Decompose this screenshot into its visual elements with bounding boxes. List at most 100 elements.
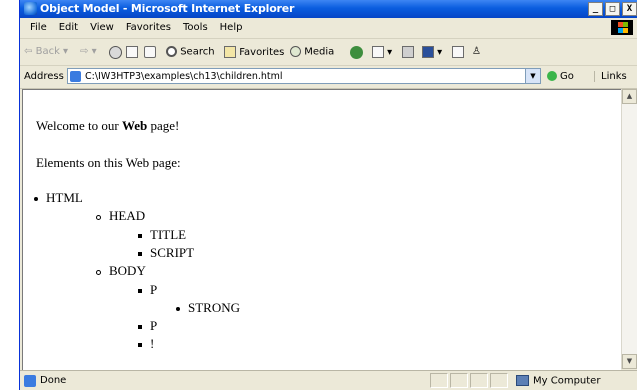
standard-toolbar: ⇦ Back ▾ ⇨ ▾ Search Favorites Media ▾ ▾ …	[20, 39, 637, 66]
history-button[interactable]	[350, 46, 363, 59]
stop-icon	[109, 46, 122, 59]
address-input[interactable]: C:\IW3HTP3\examples\ch13\children.html ▼	[67, 68, 541, 84]
mail-icon	[372, 46, 384, 58]
bullet-square-icon	[138, 251, 142, 256]
media-label: Media	[304, 46, 335, 58]
security-zone: My Computer	[516, 375, 600, 387]
status-bar: Done My Computer	[20, 370, 637, 390]
page-icon	[70, 71, 81, 82]
maximize-button[interactable]: □	[605, 2, 620, 16]
tree-node: P	[138, 317, 157, 335]
status-segment	[430, 373, 448, 388]
forward-arrow-icon: ⇨	[80, 46, 89, 57]
vertical-scrollbar[interactable]: ▲ ▼	[621, 89, 637, 369]
go-button[interactable]: Go	[547, 71, 574, 82]
windows-logo-icon	[611, 20, 633, 35]
search-label: Search	[180, 46, 215, 58]
home-button[interactable]	[144, 46, 156, 58]
back-arrow-icon: ⇦	[24, 46, 33, 57]
bullet-square-icon	[138, 288, 142, 293]
window-controls: _ □ X	[588, 2, 637, 16]
bullet-square-icon	[138, 325, 142, 330]
tree-node-label: HEAD	[109, 208, 146, 224]
tree-node-label: P	[150, 281, 158, 297]
menu-file[interactable]: File	[26, 22, 55, 33]
status-segment	[470, 373, 488, 388]
home-icon	[144, 46, 156, 58]
discuss-icon	[452, 46, 464, 58]
search-icon	[166, 46, 177, 57]
menu-tools[interactable]: Tools	[179, 22, 216, 33]
tree-node-label: !	[150, 336, 155, 352]
address-label: Address	[24, 71, 64, 82]
print-icon	[402, 46, 414, 58]
mail-button[interactable]: ▾	[372, 46, 392, 58]
menu-bar: File Edit View Favorites Tools Help	[20, 18, 637, 39]
discuss-button[interactable]	[452, 46, 464, 58]
word-icon	[422, 46, 434, 58]
media-icon	[290, 46, 301, 57]
menu-view[interactable]: View	[86, 22, 122, 33]
status-text: Done	[40, 375, 67, 386]
address-dropdown-button[interactable]: ▼	[525, 69, 540, 83]
links-button[interactable]: Links	[594, 71, 627, 82]
tree-node-label: TITLE	[150, 226, 187, 242]
bullet-disc-icon	[34, 197, 38, 202]
address-url: C:\IW3HTP3\examples\ch13\children.html	[85, 71, 283, 82]
print-button[interactable]	[402, 46, 414, 58]
scroll-down-button[interactable]: ▼	[622, 354, 637, 369]
favorites-button[interactable]: Favorites	[224, 46, 284, 58]
tree-node: STRONG	[176, 299, 240, 317]
favorites-label: Favorites	[239, 47, 285, 58]
back-label: Back	[35, 46, 60, 57]
bullet-circle-icon	[96, 214, 101, 220]
title-bar[interactable]: Object Model - Microsoft Internet Explor…	[20, 0, 637, 18]
go-label: Go	[560, 71, 574, 82]
minimize-button[interactable]: _	[588, 2, 603, 16]
close-button[interactable]: X	[622, 2, 637, 16]
tree-node-label: BODY	[109, 263, 146, 279]
back-button[interactable]: ⇦ Back ▾	[24, 46, 68, 57]
menu-edit[interactable]: Edit	[55, 22, 86, 33]
ie-icon	[24, 2, 37, 15]
refresh-button[interactable]	[126, 46, 138, 58]
tree-node-label: STRONG	[188, 299, 241, 315]
status-segment	[490, 373, 508, 388]
edit-button[interactable]: ▾	[422, 46, 442, 58]
tree-node: HEAD	[96, 207, 145, 225]
status-segment	[450, 373, 468, 388]
my-computer-icon	[516, 375, 529, 386]
bullet-square-icon	[138, 343, 142, 348]
refresh-icon	[126, 46, 138, 58]
favorites-icon	[224, 46, 236, 58]
tree-node: HTML	[34, 189, 83, 207]
forward-button[interactable]: ⇨ ▾	[80, 46, 97, 57]
tree-node: !	[138, 335, 154, 353]
zone-label: My Computer	[533, 375, 601, 387]
scroll-up-button[interactable]: ▲	[622, 89, 637, 104]
address-bar: Address C:\IW3HTP3\examples\ch13\childre…	[20, 66, 637, 89]
messenger-button[interactable]: ♙	[472, 46, 481, 57]
tree-node: BODY	[96, 262, 146, 280]
welcome-text-after: page!	[147, 118, 180, 133]
search-button[interactable]: Search	[166, 46, 215, 58]
stop-button[interactable]	[109, 46, 122, 59]
tree-node: P	[138, 281, 157, 299]
welcome-strong: Web	[121, 118, 148, 133]
messenger-icon: ♙	[472, 46, 481, 57]
history-icon	[350, 46, 363, 59]
tree-node-label: HTML	[46, 190, 83, 205]
menu-help[interactable]: Help	[216, 22, 251, 33]
menu-favorites[interactable]: Favorites	[122, 22, 179, 33]
tree-node: TITLE	[138, 226, 186, 244]
bullet-square-icon	[138, 233, 142, 238]
bullet-circle-icon	[96, 269, 101, 275]
tree-node-label: SCRIPT	[150, 244, 195, 260]
page-content: Welcome to our Web page! Elements on thi…	[22, 89, 621, 370]
media-button[interactable]: Media	[290, 46, 334, 58]
browser-window: Object Model - Microsoft Internet Explor…	[19, 0, 637, 390]
status-page-icon	[24, 375, 36, 387]
go-arrow-icon	[547, 71, 557, 81]
tree-node: SCRIPT	[138, 244, 194, 262]
welcome-text-before: Welcome to our	[36, 118, 122, 133]
